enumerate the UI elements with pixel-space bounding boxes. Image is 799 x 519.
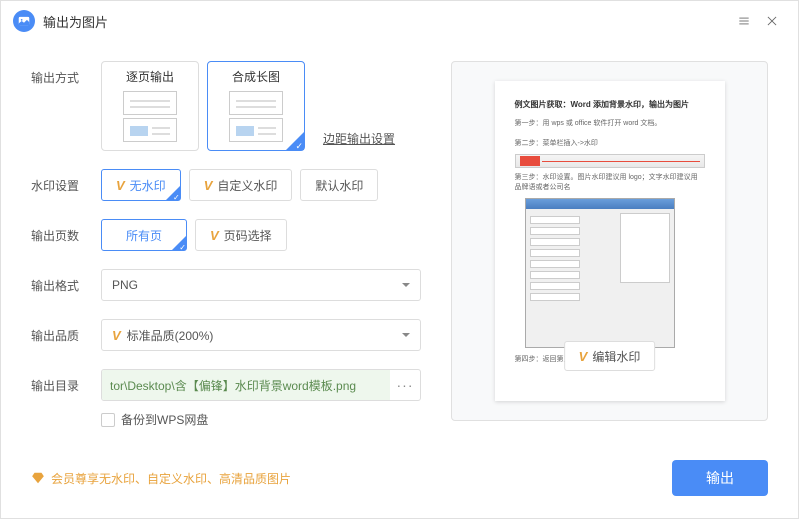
path-browse-button[interactable]: ···	[390, 370, 420, 400]
app-icon	[13, 10, 35, 32]
chevron-down-icon	[402, 333, 410, 341]
output-mode-label: 输出方式	[31, 61, 101, 86]
vip-icon: V	[116, 178, 125, 193]
chevron-down-icon	[402, 283, 410, 291]
watermark-label: 水印设置	[31, 169, 101, 194]
mode-long-image-label: 合成长图	[232, 68, 280, 85]
vip-icon: V	[112, 328, 121, 343]
menu-button[interactable]	[730, 7, 758, 35]
watermark-none[interactable]: V无水印	[101, 169, 181, 201]
format-select[interactable]: PNG	[101, 269, 421, 301]
quality-select[interactable]: V 标准品质(200%)	[101, 319, 421, 351]
backup-checkbox[interactable]	[101, 413, 115, 427]
edit-watermark-button[interactable]: V 编辑水印	[564, 341, 656, 371]
quality-value: 标准品质(200%)	[127, 327, 214, 344]
member-note: 会员尊享无水印、自定义水印、高清品质图片	[31, 470, 291, 487]
format-value: PNG	[112, 278, 138, 292]
vip-icon: V	[579, 349, 588, 364]
vip-icon: V	[210, 228, 219, 243]
output-path-text: tor\Desktop\含【偏锋】水印背景word模板.png	[102, 370, 390, 400]
margin-settings-link[interactable]: 边距输出设置	[323, 130, 395, 151]
mode-long-image[interactable]: 合成长图	[207, 61, 305, 151]
vip-icon: V	[204, 178, 213, 193]
backup-label: 备份到WPS网盘	[121, 411, 208, 428]
quality-label: 输出品质	[31, 319, 101, 344]
watermark-custom[interactable]: V自定义水印	[189, 169, 293, 201]
preview-page: 例文图片获取：Word 添加背景水印，输出为图片 第一步：用 wps 或 off…	[495, 81, 725, 401]
format-label: 输出格式	[31, 269, 101, 294]
mode-per-page-label: 逐页输出	[126, 68, 174, 85]
dir-label: 输出目录	[31, 369, 101, 394]
mode-per-page[interactable]: 逐页输出	[101, 61, 199, 151]
watermark-default[interactable]: 默认水印	[300, 169, 378, 201]
diamond-icon	[31, 471, 45, 485]
preview-toolbar	[515, 154, 705, 168]
pages-label: 输出页数	[31, 219, 101, 244]
dialog-title: 输出为图片	[43, 12, 730, 31]
export-button[interactable]: 输出	[672, 460, 768, 496]
close-button[interactable]	[758, 7, 786, 35]
preview-panel: 例文图片获取：Word 添加背景水印，输出为图片 第一步：用 wps 或 off…	[451, 61, 768, 421]
preview-dialog	[525, 198, 675, 348]
output-path[interactable]: tor\Desktop\含【偏锋】水印背景word模板.png ···	[101, 369, 421, 401]
pages-select[interactable]: V页码选择	[195, 219, 287, 251]
pages-all[interactable]: 所有页	[101, 219, 187, 251]
